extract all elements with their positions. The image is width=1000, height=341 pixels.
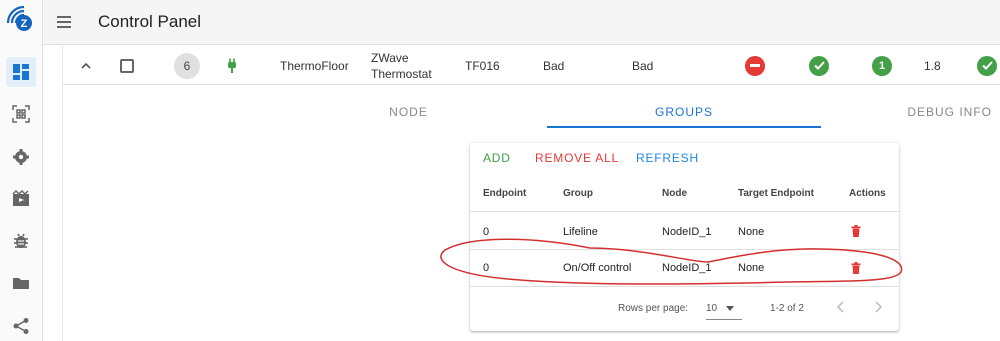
- menu-icon[interactable]: [55, 13, 73, 31]
- power-plug-icon: [226, 46, 238, 85]
- dropdown-caret-icon: [726, 306, 735, 311]
- node-product: ZWave Thermostat: [371, 46, 432, 85]
- cell-endpoint: 0: [483, 226, 490, 238]
- sidebar-item-share[interactable]: [6, 311, 36, 341]
- rows-per-page-value: 10: [706, 303, 718, 314]
- node-product-code: TF016: [465, 58, 500, 73]
- zwave-logo-icon: Z: [6, 5, 37, 36]
- ok-check-icon: [809, 46, 829, 85]
- next-page-icon[interactable]: [872, 300, 884, 317]
- column-header-group[interactable]: Group: [563, 188, 593, 199]
- cell-target-endpoint: None: [738, 262, 765, 274]
- tab-active-indicator: [547, 126, 821, 128]
- node-interview-status: Bad: [632, 58, 654, 73]
- rows-per-page-label: Rows per page:: [618, 303, 689, 314]
- tab-groups[interactable]: GROUPS: [547, 95, 821, 129]
- error-minus-icon: [745, 46, 765, 85]
- share-icon: [13, 318, 29, 334]
- column-header-node[interactable]: Node: [662, 188, 687, 199]
- movie-icon: [12, 190, 29, 206]
- remove-all-button[interactable]: REMOVE ALL: [535, 151, 619, 165]
- column-header-actions: Actions: [849, 188, 886, 199]
- row-divider: [470, 249, 899, 250]
- cell-node: NodeID_1: [662, 226, 712, 238]
- content-divider: [62, 46, 63, 341]
- cell-endpoint: 0: [483, 262, 490, 274]
- column-header-endpoint[interactable]: Endpoint: [483, 188, 526, 199]
- node-firmware: 1.8: [924, 58, 941, 73]
- header-divider: [470, 211, 899, 212]
- node-manufacturer: ThermoFloor: [280, 58, 349, 73]
- row-checkbox[interactable]: [120, 46, 134, 85]
- node-rf-status: Bad: [543, 58, 565, 73]
- top-app-bar: Control Panel: [43, 0, 1000, 45]
- cell-target-endpoint: None: [738, 226, 765, 238]
- groups-card: ADD REMOVE ALL REFRESH Endpoint Group No…: [470, 143, 899, 331]
- cell-group: Lifeline: [563, 226, 598, 238]
- dashboard-icon: [13, 64, 29, 80]
- sidebar-item-settings[interactable]: [6, 142, 36, 172]
- sidebar-item-debug[interactable]: [6, 226, 36, 256]
- page-title: Control Panel: [98, 12, 202, 31]
- pagination-range: 1-2 of 2: [770, 303, 804, 314]
- column-header-target-endpoint[interactable]: Target Endpoint: [738, 188, 814, 199]
- sidebar: Z: [0, 0, 43, 341]
- ready-check-icon: [977, 46, 997, 85]
- delete-trash-icon[interactable]: [851, 225, 861, 240]
- cell-node: NodeID_1: [662, 262, 712, 274]
- row-divider: [470, 286, 899, 287]
- node-id-badge: 6: [174, 46, 200, 85]
- rows-per-page-select[interactable]: 10: [706, 300, 742, 320]
- sidebar-item-scenes[interactable]: [6, 184, 36, 214]
- sidebar-item-dashboard[interactable]: [6, 57, 36, 87]
- sidebar-item-store[interactable]: [6, 268, 36, 298]
- node-detail-tabs: NODE GROUPS DEBUG INFO: [270, 95, 1000, 129]
- product-line-1: ZWave: [371, 50, 409, 65]
- svg-text:Z: Z: [21, 18, 28, 30]
- prev-page-icon[interactable]: [835, 300, 847, 317]
- qr-scan-icon: [12, 105, 30, 123]
- gear-icon: [13, 149, 29, 165]
- tab-node[interactable]: NODE: [270, 95, 547, 129]
- product-line-2: Thermostat: [371, 66, 432, 81]
- security-one-icon: 1: [872, 46, 892, 85]
- collapse-chevron-icon[interactable]: [80, 46, 92, 85]
- tab-debug-info[interactable]: DEBUG INFO: [870, 95, 1000, 129]
- sidebar-item-qr-scanner[interactable]: [6, 99, 36, 129]
- refresh-button[interactable]: REFRESH: [636, 151, 699, 165]
- table-row[interactable]: 6 ThermoFloor ZWave Thermostat TF016 Bad…: [63, 46, 1000, 85]
- folder-icon: [13, 278, 29, 289]
- cell-group: On/Off control: [563, 262, 632, 274]
- add-button[interactable]: ADD: [483, 151, 511, 165]
- delete-trash-icon[interactable]: [851, 262, 861, 277]
- bug-icon: [14, 233, 28, 248]
